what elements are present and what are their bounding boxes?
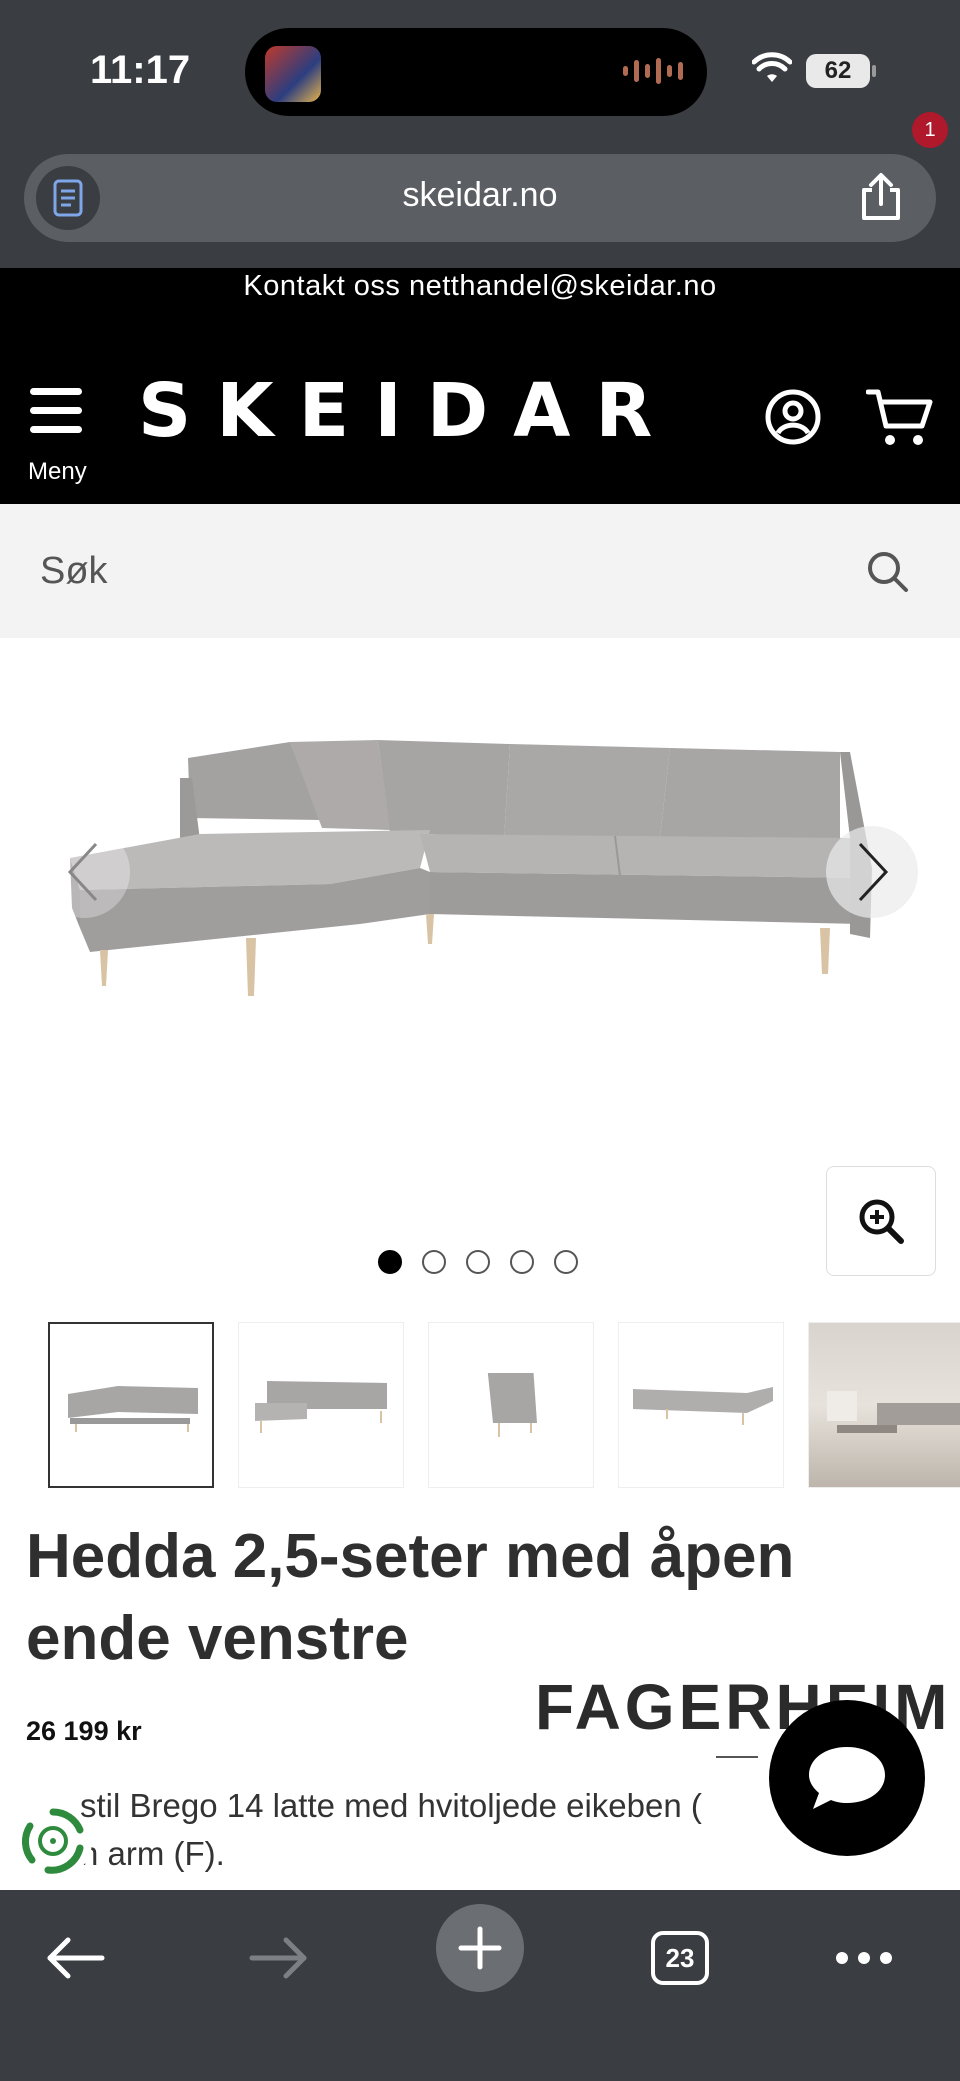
thumbnail[interactable] [428,1322,594,1488]
status-time: 11:17 [90,48,191,92]
new-tab-button[interactable] [436,1904,524,1992]
product-image-gallery[interactable] [0,638,960,1298]
share-icon[interactable] [858,172,904,222]
gallery-next-button[interactable] [826,826,918,918]
chevron-left-icon [67,842,98,902]
pagination-dot[interactable] [422,1250,446,1274]
gallery-pagination [378,1250,578,1274]
thumbnail[interactable] [48,1322,214,1488]
thumbnail-image [633,1387,773,1425]
site-logo[interactable]: SKEIDAR [138,368,677,454]
description-line: n arm (F). [80,1835,225,1872]
thumbnail-image [255,1381,387,1433]
browser-bottom-toolbar: 23 [0,1890,960,2081]
hamburger-icon [30,388,92,433]
search-input[interactable] [0,504,960,638]
plus-icon [458,1926,502,1970]
tabs-count: 23 [651,1931,709,1985]
site-header: Kontakt oss netthandel@skeidar.no Meny S… [0,268,960,504]
product-image [70,740,872,996]
gallery-prev-button[interactable] [38,826,130,918]
url-text[interactable]: skeidar.no [24,176,936,215]
cart-icon[interactable] [866,386,934,448]
menu-button[interactable]: Meny [28,388,92,488]
search-bar [0,504,960,638]
zoom-in-icon [859,1199,904,1244]
back-button[interactable] [36,1918,116,1998]
recycle-icon [21,1808,84,1874]
thumbnail-image [827,1391,960,1433]
audio-waveform-icon [623,58,683,84]
more-menu-button[interactable] [824,1918,904,1998]
account-icon[interactable] [764,388,822,446]
arrow-right-icon [249,1937,307,1979]
more-dots-icon [836,1952,892,1964]
thumbnail-image [68,1386,198,1432]
status-bar: 11:17 62 [0,0,960,140]
forward-button[interactable] [238,1918,318,1998]
now-playing-artwork [265,46,321,102]
product-price: 26 199 kr [26,1716,142,1746]
wifi-icon [752,52,792,82]
chat-bubble-icon [809,1747,885,1809]
search-icon[interactable] [866,550,910,594]
pagination-dot[interactable] [554,1250,578,1274]
cart-count-badge: 1 [912,112,948,148]
thumbnail-image [487,1373,537,1437]
battery-indicator: 62 [806,54,876,88]
thumbnail[interactable] [618,1322,784,1488]
sustainability-badge[interactable] [14,1802,92,1880]
contact-link[interactable]: Kontakt oss netthandel@skeidar.no [0,270,960,303]
thumbnail[interactable] [238,1322,404,1488]
divider [716,1756,758,1758]
browser-toolbar: skeidar.no [0,140,960,268]
arrow-left-icon [47,1937,105,1979]
product-title: Hedda 2,5-seter med åpen ende venstre [26,1522,795,1673]
chevron-right-icon [858,842,889,902]
pagination-dot[interactable] [378,1250,402,1274]
tabs-button[interactable]: 23 [640,1918,720,1998]
zoom-button[interactable] [826,1166,936,1276]
thumbnail-strip [48,1322,960,1490]
thumbnail[interactable] [808,1322,960,1488]
description-line: stil Brego 14 latte med hvitoljede eikeb… [80,1787,702,1824]
pagination-dot[interactable] [510,1250,534,1274]
chat-button[interactable] [769,1700,925,1856]
product-description: stil Brego 14 latte med hvitoljede eikeb… [26,1782,816,1878]
menu-label: Meny [28,458,87,485]
pagination-dot[interactable] [466,1250,490,1274]
address-bar[interactable]: skeidar.no [24,154,936,242]
dynamic-island[interactable] [245,28,707,116]
